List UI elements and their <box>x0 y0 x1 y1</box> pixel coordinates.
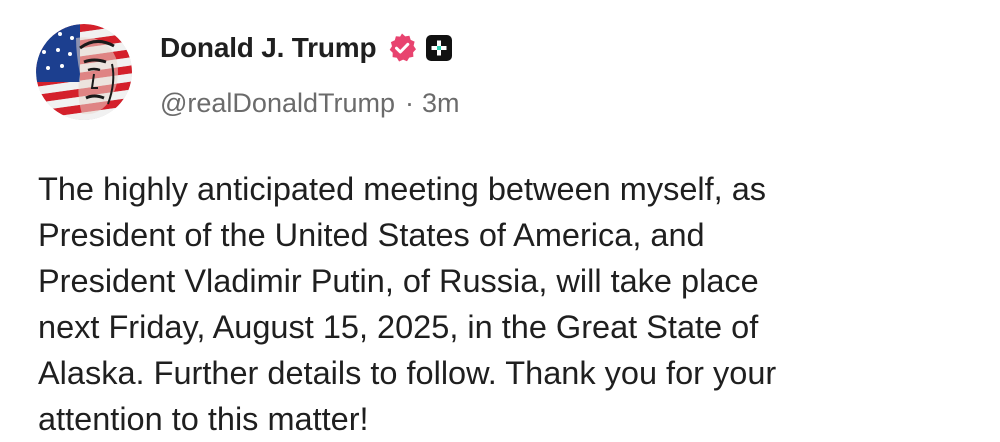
verified-badge-icon <box>386 32 418 64</box>
meta-separator: · <box>405 87 414 118</box>
plus-badge-icon <box>426 35 453 61</box>
name-row: Donald J. Trump <box>160 30 460 66</box>
meta-row: @realDonaldTrump · 3m <box>160 86 460 120</box>
post-header: Donald J. Trump @realDonaldTrump · 3m <box>160 30 460 120</box>
avatar[interactable] <box>36 24 132 120</box>
display-name[interactable]: Donald J. Trump <box>160 32 377 64</box>
user-handle[interactable]: @realDonaldTrump <box>160 88 395 119</box>
post-timestamp[interactable]: 3m <box>422 88 460 119</box>
avatar-image <box>36 24 132 120</box>
post-card: Donald J. Trump @realDonaldTrump · 3m Th… <box>0 0 1000 437</box>
post-body-text: The highly anticipated meeting between m… <box>38 171 777 437</box>
